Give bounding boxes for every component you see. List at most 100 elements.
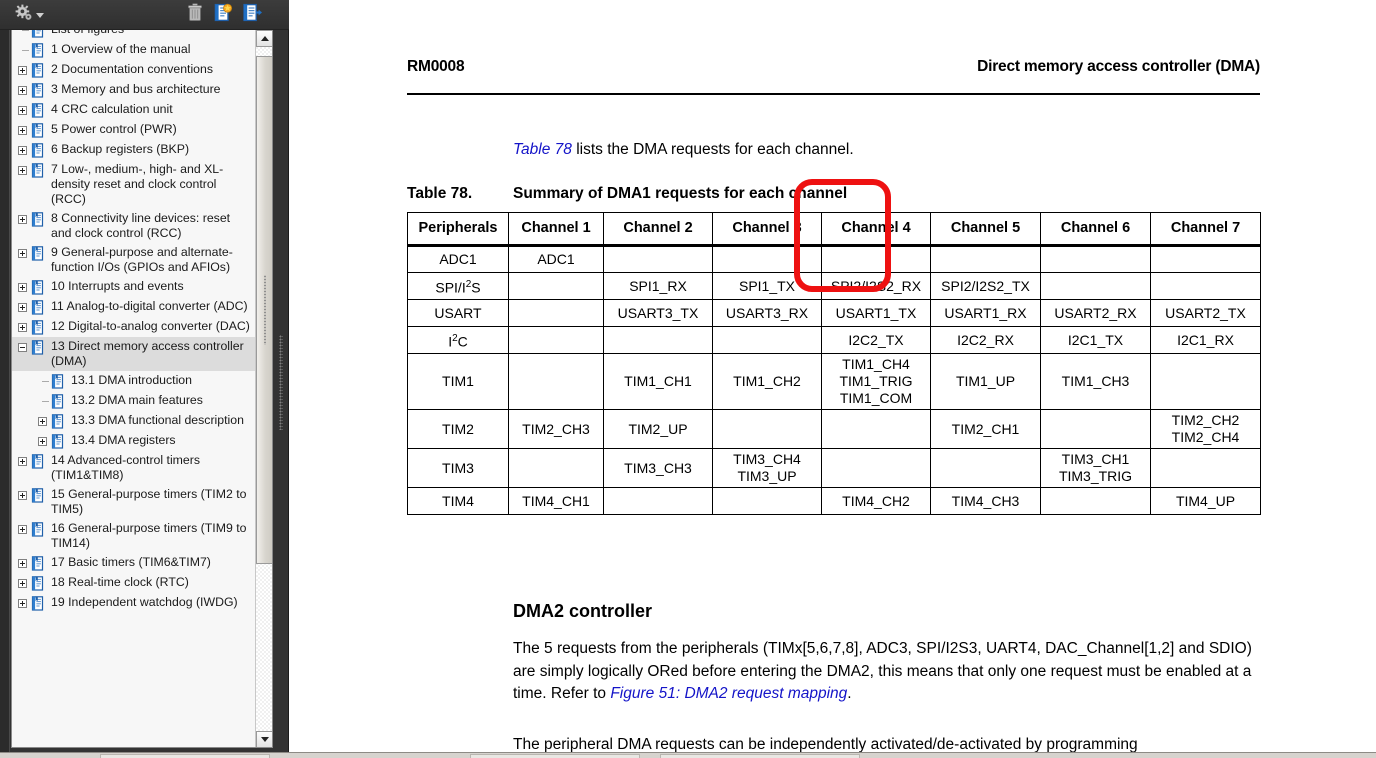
bookmark-item[interactable]: 13.3 DMA functional description — [12, 411, 255, 431]
scrollbar-thumb[interactable] — [256, 56, 272, 564]
expand-icon[interactable] — [16, 246, 29, 261]
bookmark-item[interactable]: 7 Low-, medium-, high- and XL-density re… — [12, 160, 255, 209]
intro-sentence: Table 78 lists the DMA requests for each… — [513, 141, 854, 159]
expand-icon[interactable] — [16, 488, 29, 503]
bookmark-item[interactable]: 2 Documentation conventions — [12, 60, 255, 80]
dma2-paragraph: The 5 requests from the peripherals (TIM… — [513, 638, 1265, 706]
scroll-down-button[interactable] — [256, 731, 272, 747]
bookmark-item[interactable]: 15 General-purpose timers (TIM2 to TIM5) — [12, 485, 255, 519]
table-78-link[interactable]: Table 78 — [513, 141, 572, 158]
table-cell: SPI/I2S — [407, 272, 509, 300]
expand-icon[interactable] — [36, 434, 49, 449]
trash-icon — [186, 3, 204, 27]
expand-icon[interactable] — [16, 63, 29, 78]
expand-icon[interactable] — [16, 576, 29, 591]
taskbar-item[interactable] — [100, 754, 270, 758]
taskbar-item[interactable] — [470, 754, 640, 758]
bookmarks-scrollbar[interactable] — [255, 30, 272, 747]
bookmark-item[interactable]: 8 Connectivity line devices: reset and c… — [12, 209, 255, 243]
tree-connector — [16, 30, 29, 38]
table-row: TIM3 TIM3_CH3 TIM3_CH4 TIM3_UP TIM3_CH1 TIM3_… — [407, 448, 1261, 488]
expand-icon[interactable] — [16, 123, 29, 138]
bookmark-page-icon — [30, 43, 45, 58]
table-cell — [1040, 245, 1151, 273]
panel-splitter-handle[interactable] — [279, 335, 283, 430]
paragraph-text-after-link: . — [847, 685, 852, 702]
delete-bookmark-button[interactable] — [183, 3, 207, 27]
bookmark-page-icon — [30, 246, 45, 261]
plus-box-icon — [18, 599, 27, 608]
expand-icon[interactable] — [16, 103, 29, 118]
expand-icon[interactable] — [16, 280, 29, 295]
expand-icon[interactable] — [16, 320, 29, 335]
bookmark-item[interactable]: 13.1 DMA introduction — [12, 371, 255, 391]
expand-icon[interactable] — [16, 163, 29, 178]
bookmark-item[interactable]: 6 Backup registers (BKP) — [12, 140, 255, 160]
bookmarks-tree[interactable]: List of figures 1 Overview of the manual 2… — [11, 30, 273, 748]
table-cell: USART2_TX — [1150, 299, 1261, 327]
bookmark-item[interactable]: 17 Basic timers (TIM6&TIM7) — [12, 553, 255, 573]
table-cell: USART3_TX — [603, 299, 713, 327]
expand-icon[interactable] — [16, 143, 29, 158]
table-cell: ADC1 — [407, 245, 509, 273]
bookmark-item[interactable]: 13.4 DMA registers — [12, 431, 255, 451]
expand-icon[interactable] — [16, 212, 29, 227]
bookmark-item-label: 13.3 DMA functional description — [71, 413, 244, 427]
expand-icon[interactable] — [16, 300, 29, 315]
table-column-header: Channel 3 — [712, 212, 822, 247]
table-cell — [1150, 245, 1261, 273]
os-taskbar[interactable] — [0, 752, 1376, 758]
bookmark-item[interactable]: 5 Power control (PWR) — [12, 120, 255, 140]
bookmark-item[interactable]: 16 General-purpose timers (TIM9 to TIM14… — [12, 519, 255, 553]
bookmark-item-label: 4 CRC calculation unit — [51, 102, 173, 116]
bookmark-page-icon — [30, 300, 45, 315]
scroll-up-button[interactable] — [256, 30, 272, 47]
bookmark-item[interactable]: 11 Analog-to-digital converter (ADC) — [12, 297, 255, 317]
table-row: I2C I2C2_TX I2C2_RX I2C1_TX I2C1_RX — [407, 326, 1261, 354]
expand-icon[interactable] — [16, 83, 29, 98]
table-cell: TIM4_CH3 — [930, 487, 1041, 515]
table-cell: TIM4_CH1 — [508, 487, 604, 515]
bookmark-item[interactable]: 1 Overview of the manual — [12, 40, 255, 60]
document-page: RM0008 Direct memory access controller (… — [289, 0, 1376, 752]
table-header-row: Peripherals Channel 1 Channel 2 Channel 3 Ch… — [407, 212, 1261, 247]
table-cell — [821, 245, 931, 273]
table-row: ADC1 ADC1 — [407, 245, 1261, 273]
bookmark-item[interactable]: 14 Advanced-control timers (TIM1&TIM8) — [12, 451, 255, 485]
bookmark-page-icon — [30, 143, 45, 158]
bookmark-item[interactable]: 3 Memory and bus architecture — [12, 80, 255, 100]
bookmark-item[interactable]: 13.2 DMA main features — [12, 391, 255, 411]
table-cell — [712, 326, 822, 354]
collapse-icon[interactable] — [16, 340, 29, 355]
new-bookmark-button[interactable] — [211, 3, 235, 26]
bookmark-item[interactable]: 4 CRC calculation unit — [12, 100, 255, 120]
bookmark-item[interactable]: 18 Real-time clock (RTC) — [12, 573, 255, 593]
plus-box-icon — [18, 457, 27, 466]
bookmark-item[interactable]: List of figures — [12, 30, 255, 40]
bookmark-item-label: 9 General-purpose and alternate-function… — [51, 245, 233, 274]
expand-icon[interactable] — [16, 556, 29, 571]
bookmark-item[interactable]: 12 Digital-to-analog converter (DAC) — [12, 317, 255, 337]
expand-icon[interactable] — [36, 414, 49, 429]
bookmark-page-icon — [30, 596, 45, 611]
expand-icon[interactable] — [16, 522, 29, 537]
bookmarks-panel: List of figures 1 Overview of the manual 2… — [0, 0, 289, 752]
table-row: TIM4 TIM4_CH1 TIM4_CH2 TIM4_CH3 TIM4_UP — [407, 487, 1261, 515]
goto-bookmark-button[interactable] — [240, 3, 264, 26]
bookmark-item[interactable]: 10 Interrupts and events — [12, 277, 255, 297]
table-row: TIM1 TIM1_CH1 TIM1_CH2 TIM1_CH4 TIM1_TRIG TIM… — [407, 353, 1261, 410]
options-gear-button[interactable] — [12, 4, 46, 26]
expand-icon[interactable] — [16, 454, 29, 469]
bookmark-item[interactable]: 13 Direct memory access controller (DMA) — [12, 337, 255, 371]
table-cell: SPI1_TX — [712, 272, 822, 300]
table-cell — [930, 245, 1041, 273]
table-cell — [821, 448, 931, 488]
bookmark-item[interactable]: 9 General-purpose and alternate-function… — [12, 243, 255, 277]
taskbar-item[interactable] — [660, 754, 860, 758]
expand-icon[interactable] — [16, 596, 29, 611]
bookmark-page-icon — [30, 556, 45, 571]
bookmark-page-icon — [30, 123, 45, 138]
plus-box-icon — [38, 437, 47, 446]
bookmark-item[interactable]: 19 Independent watchdog (IWDG) — [12, 593, 255, 613]
figure-51-link[interactable]: Figure 51: DMA2 request mapping — [610, 685, 847, 702]
